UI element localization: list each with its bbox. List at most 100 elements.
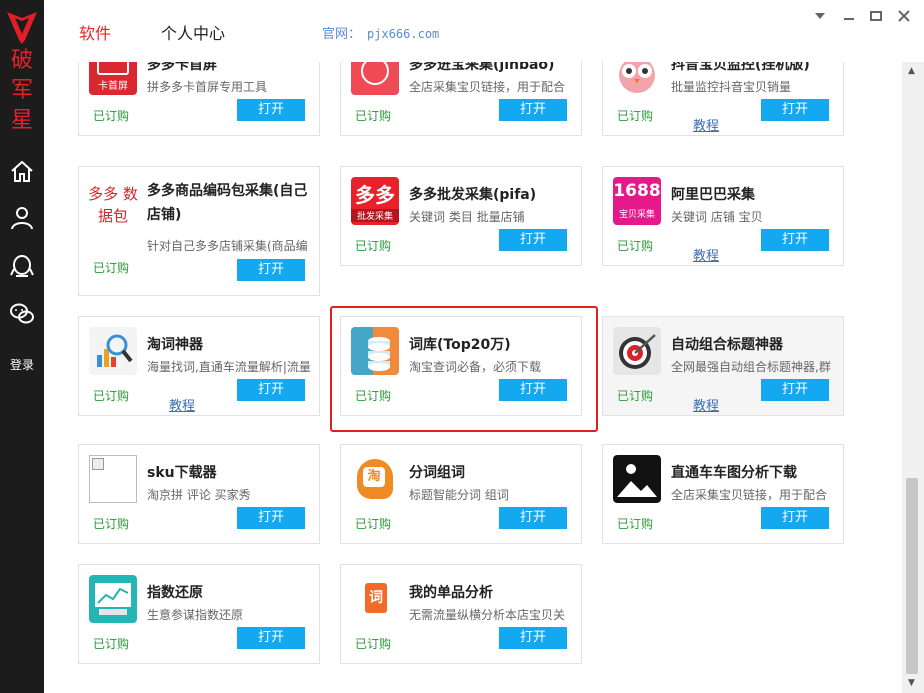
card-duoduo-bianma: 多多 数据包 多多商品编码包采集(自己店铺) 针对自己多多店铺采集(商品编 已订… bbox=[78, 166, 320, 296]
open-button[interactable]: 打开 bbox=[761, 229, 829, 251]
login-link[interactable]: 登录 bbox=[0, 356, 44, 373]
brand-char-2: 军 bbox=[10, 78, 33, 103]
app-name: sku下载器 bbox=[147, 465, 217, 481]
app-desc: 关键词 店铺 宝贝 bbox=[671, 210, 763, 224]
website-label: 官网： bbox=[322, 27, 362, 42]
card-danpin: 词 我的单品分析 无需流量纵横分析本店宝贝关 已订购 打开 bbox=[340, 564, 582, 664]
subscribed-label: 已订购 bbox=[355, 517, 392, 531]
tab-personal-center[interactable]: 个人中心 bbox=[161, 20, 225, 44]
open-button[interactable]: 打开 bbox=[499, 99, 567, 121]
open-button[interactable]: 打开 bbox=[237, 627, 305, 649]
open-button[interactable]: 打开 bbox=[237, 507, 305, 529]
subscribed-label: 已订购 bbox=[617, 517, 654, 531]
open-button[interactable]: 打开 bbox=[761, 379, 829, 401]
app-name: 直通车车图分析下载 bbox=[671, 465, 797, 481]
open-button[interactable]: 打开 bbox=[761, 99, 829, 121]
card-ztc-image: 直通车车图分析下载 全店采集宝贝链接，用于配合 已订购 打开 bbox=[602, 444, 844, 544]
dropdown-icon[interactable] bbox=[812, 8, 828, 24]
subscribed-label: 已订购 bbox=[617, 239, 654, 253]
app-name: 阿里巴巴采集 bbox=[671, 187, 755, 203]
app-desc: 关键词 类目 批量店铺 bbox=[409, 210, 525, 224]
subscribed-label: 已订购 bbox=[93, 389, 130, 403]
red-seal-icon bbox=[351, 62, 399, 95]
red-badge-icon: 多多 批发采集 bbox=[351, 177, 399, 225]
app-desc: 全店采集宝贝链接，用于配合 bbox=[409, 80, 566, 94]
website-link[interactable]: 官网： pjx666.com bbox=[322, 23, 439, 42]
app-name: 多多批发采集(pifa) bbox=[409, 187, 537, 203]
subscribed-label: 已订购 bbox=[355, 239, 392, 253]
card-pifa: 多多 批发采集 多多批发采集(pifa) 关键词 类目 批量店铺 已订购 打开 bbox=[340, 166, 582, 266]
text-icon: 多多 数据包 bbox=[88, 185, 138, 225]
app-desc: 海量找词,直通车流量解析|流量 bbox=[147, 360, 311, 374]
close-icon[interactable] bbox=[896, 8, 912, 24]
image-icon bbox=[613, 455, 661, 503]
subscribed-label: 已订购 bbox=[355, 637, 392, 651]
open-button[interactable]: 打开 bbox=[761, 507, 829, 529]
subscribed-label: 已订购 bbox=[93, 261, 130, 275]
tab-software[interactable]: 软件 bbox=[79, 20, 111, 44]
maximize-icon[interactable] bbox=[868, 8, 884, 24]
card-jinbao: 多多进宝采集(jinbao) 全店采集宝贝链接，用于配合 已订购 打开 bbox=[340, 62, 582, 136]
open-button[interactable]: 打开 bbox=[499, 507, 567, 529]
red-stamp-icon: 卡首屏 bbox=[89, 62, 137, 95]
app-desc: 针对自己多多店铺采集(商品编 bbox=[147, 239, 308, 253]
tutorial-link[interactable]: 教程 bbox=[169, 395, 195, 414]
app-desc: 拼多多卡首屏专用工具 bbox=[147, 80, 268, 94]
wechat-icon[interactable] bbox=[8, 300, 36, 328]
open-button[interactable]: 打开 bbox=[237, 379, 305, 401]
scroll-down-icon[interactable]: ▼ bbox=[908, 678, 915, 688]
card-auto-title: 自动组合标题神器 全网最强自动组合标题神器,群 已订购 教程 打开 bbox=[602, 316, 844, 416]
open-button[interactable]: 打开 bbox=[499, 627, 567, 649]
app-name: 自动组合标题神器 bbox=[671, 337, 783, 353]
tutorial-link[interactable]: 教程 bbox=[693, 115, 719, 134]
tutorial-link[interactable]: 教程 bbox=[693, 395, 719, 414]
tutorial-link[interactable]: 教程 bbox=[693, 245, 719, 264]
scroll-up-icon[interactable]: ▲ bbox=[908, 66, 915, 76]
sidebar: 破 军 星 登录 bbox=[0, 0, 44, 693]
scrollbar-thumb[interactable] bbox=[906, 478, 918, 674]
app-desc: 淘京拼 评论 买家秀 bbox=[147, 488, 251, 502]
card-duoduo-kashouping: 卡首屏 多多卡首屏 拼多多卡首屏专用工具 已订购 打开 bbox=[78, 62, 320, 136]
app-name: 抖音宝贝监控(挂机版) bbox=[671, 62, 810, 73]
open-button[interactable]: 打开 bbox=[237, 259, 305, 281]
card-fenci: 淘 分词组词 标题智能分词 组词 已订购 打开 bbox=[340, 444, 582, 544]
user-icon[interactable] bbox=[8, 204, 36, 232]
monitor-chart-icon bbox=[89, 575, 137, 623]
home-icon[interactable] bbox=[8, 157, 36, 185]
app-desc: 生意参谋指数还原 bbox=[147, 608, 244, 622]
subscribed-label: 已订购 bbox=[93, 637, 130, 651]
app-name: 多多商品编码包采集(自己店铺) bbox=[147, 183, 308, 223]
subscribed-label: 已订购 bbox=[617, 389, 654, 403]
website-url: pjx666.com bbox=[367, 27, 440, 41]
card-sku: sku下载器 淘京拼 评论 买家秀 已订购 打开 bbox=[78, 444, 320, 544]
target-icon bbox=[613, 327, 661, 375]
app-name: 指数还原 bbox=[147, 585, 203, 601]
subscribed-label: 已订购 bbox=[617, 109, 654, 123]
owl-icon bbox=[619, 62, 655, 93]
head-icon: 淘 bbox=[351, 455, 399, 503]
card-alibaba: 1688 宝贝采集 阿里巴巴采集 关键词 店铺 宝贝 已订购 教程 打开 bbox=[602, 166, 844, 266]
app-name: 分词组词 bbox=[409, 465, 465, 481]
broken-image-icon bbox=[89, 455, 137, 503]
logo-icon bbox=[7, 12, 37, 44]
app-name: 我的单品分析 bbox=[409, 585, 493, 601]
magnifier-chart-icon bbox=[89, 327, 137, 375]
app-desc: 全网最强自动组合标题神器,群 bbox=[671, 360, 831, 374]
subscribed-label: 已订购 bbox=[93, 517, 130, 531]
brand-char-3: 星 bbox=[10, 108, 33, 133]
card-taoci: 淘词神器 海量找词,直通车流量解析|流量 已订购 教程 打开 bbox=[78, 316, 320, 416]
minimize-icon[interactable] bbox=[841, 8, 857, 24]
brand-char-1: 破 bbox=[10, 48, 33, 73]
magenta-badge-icon: 1688 宝贝采集 bbox=[613, 177, 661, 225]
open-button[interactable]: 打开 bbox=[237, 99, 305, 121]
top-bar: 软件 个人中心 官网： pjx666.com bbox=[44, 0, 924, 62]
app-name: 淘词神器 bbox=[147, 337, 203, 353]
app-desc: 标题智能分词 组词 bbox=[409, 488, 509, 502]
app-name: 多多进宝采集(jinbao) bbox=[409, 62, 555, 73]
qq-icon[interactable] bbox=[8, 252, 36, 280]
open-button[interactable]: 打开 bbox=[499, 229, 567, 251]
highlight-box bbox=[330, 306, 598, 432]
app-desc: 全店采集宝贝链接，用于配合 bbox=[671, 488, 828, 502]
subscribed-label: 已订购 bbox=[355, 109, 392, 123]
app-name: 多多卡首屏 bbox=[147, 62, 217, 73]
